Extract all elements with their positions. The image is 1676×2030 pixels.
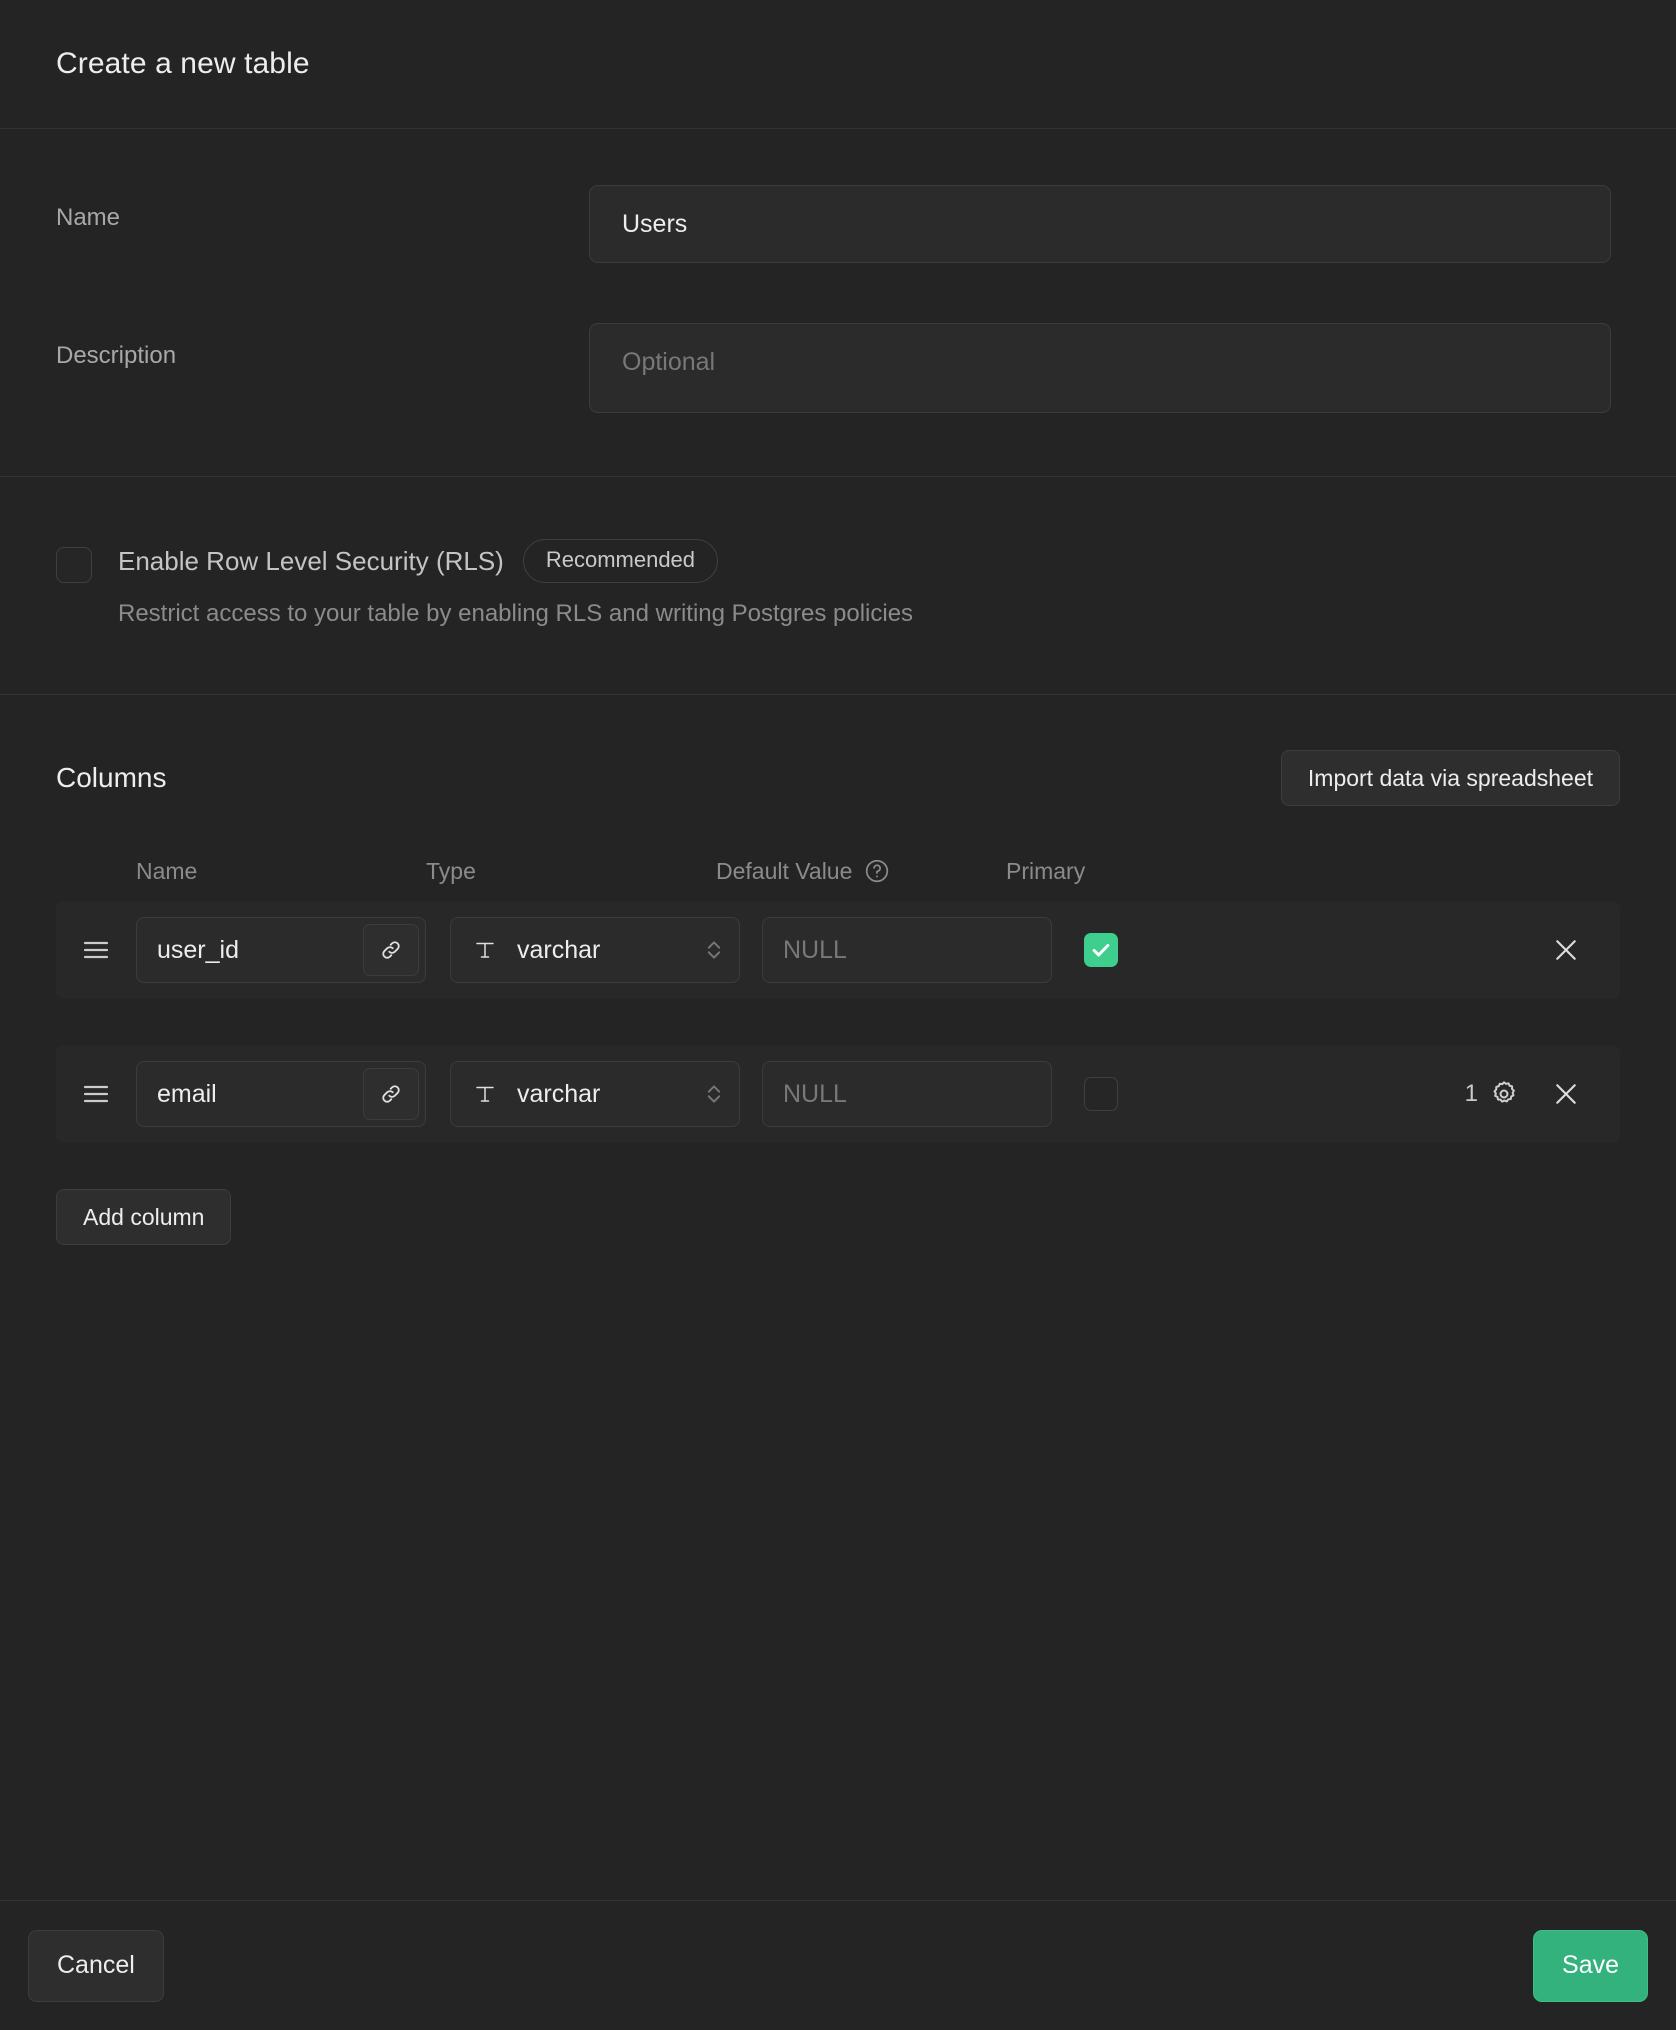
- columns-header: Columns Import data via spreadsheet: [56, 747, 1620, 809]
- rls-section: Enable Row Level Security (RLS) Recommen…: [0, 477, 1676, 695]
- column-type-value: varchar: [499, 936, 703, 965]
- rls-checkbox[interactable]: [56, 547, 92, 583]
- row-actions: 1: [1252, 1074, 1620, 1114]
- help-circle-icon[interactable]: [864, 858, 890, 884]
- description-field-wrap: [589, 323, 1620, 418]
- rls-title-line: Enable Row Level Security (RLS) Recommen…: [118, 539, 913, 583]
- column-settings-button[interactable]: 1: [1465, 1078, 1520, 1110]
- column-default-field: [762, 917, 1052, 983]
- column-default-input[interactable]: [763, 1080, 1051, 1109]
- columns-title: Columns: [56, 762, 166, 794]
- column-name-field: [136, 1061, 426, 1127]
- header-name: Name: [136, 858, 426, 885]
- chevron-updown-icon: [703, 1080, 725, 1108]
- header-default-value-label: Default Value: [716, 858, 852, 885]
- header-primary: Primary: [1006, 858, 1206, 885]
- remove-column-icon[interactable]: [1546, 1074, 1586, 1114]
- create-table-dialog: Create a new table Name Description Enab…: [0, 0, 1676, 2030]
- name-row: Name: [56, 185, 1620, 263]
- primary-checkbox[interactable]: [1084, 1077, 1118, 1111]
- column-name-input[interactable]: [137, 936, 363, 965]
- import-spreadsheet-button[interactable]: Import data via spreadsheet: [1281, 750, 1620, 806]
- description-row: Description: [56, 323, 1620, 418]
- rls-label: Enable Row Level Security (RLS): [118, 546, 504, 577]
- drag-handle-icon[interactable]: [56, 1081, 136, 1107]
- name-label: Name: [56, 185, 589, 232]
- dialog-footer: Cancel Save: [0, 1900, 1676, 2030]
- header-default-value: Default Value: [716, 858, 1006, 885]
- table-name-input[interactable]: [589, 185, 1611, 263]
- gear-icon: [1488, 1078, 1520, 1110]
- column-primary-cell: [1052, 933, 1252, 967]
- columns-table-header: Name Type Default Value Primary: [56, 841, 1620, 901]
- text-type-icon: [471, 1082, 499, 1106]
- link-icon[interactable]: [363, 924, 419, 976]
- column-name-input[interactable]: [137, 1080, 363, 1109]
- row-actions: [1252, 930, 1620, 970]
- description-label: Description: [56, 323, 589, 370]
- columns-section: Columns Import data via spreadsheet Name…: [0, 695, 1676, 1900]
- column-default-field: [762, 1061, 1052, 1127]
- chevron-updown-icon: [703, 936, 725, 964]
- settings-count-badge: 1: [1465, 1080, 1478, 1108]
- add-column-button[interactable]: Add column: [56, 1189, 231, 1245]
- page-title: Create a new table: [56, 47, 310, 81]
- drag-handle-icon[interactable]: [56, 937, 136, 963]
- cancel-button[interactable]: Cancel: [28, 1930, 164, 2002]
- save-button[interactable]: Save: [1533, 1930, 1648, 2002]
- name-field-wrap: [589, 185, 1620, 263]
- dialog-header: Create a new table: [0, 0, 1676, 129]
- table-row: varchar: [56, 901, 1620, 999]
- rls-description: Restrict access to your table by enablin…: [118, 600, 913, 628]
- rls-body: Enable Row Level Security (RLS) Recommen…: [118, 539, 913, 628]
- table-row: varchar 1: [56, 1045, 1620, 1143]
- link-icon[interactable]: [363, 1068, 419, 1120]
- recommended-badge: Recommended: [523, 539, 718, 583]
- primary-checkbox[interactable]: [1084, 933, 1118, 967]
- table-details-form: Name Description: [0, 129, 1676, 477]
- table-description-input[interactable]: [589, 323, 1611, 413]
- text-type-icon: [471, 938, 499, 962]
- column-type-value: varchar: [499, 1080, 703, 1109]
- header-type: Type: [426, 858, 716, 885]
- add-column-wrap: Add column: [56, 1189, 1620, 1245]
- column-name-field: [136, 917, 426, 983]
- column-type-select[interactable]: varchar: [450, 917, 740, 983]
- column-type-select[interactable]: varchar: [450, 1061, 740, 1127]
- column-primary-cell: [1052, 1077, 1252, 1111]
- remove-column-icon[interactable]: [1546, 930, 1586, 970]
- column-default-input[interactable]: [763, 936, 1051, 965]
